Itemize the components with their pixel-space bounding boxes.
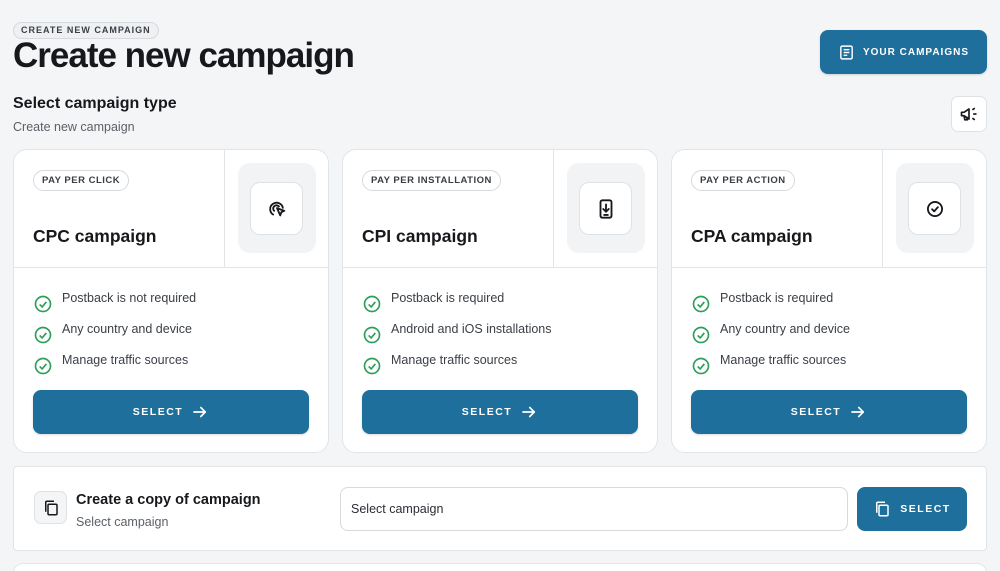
card-icon-frame [567,163,645,253]
select-label: SELECT [900,503,951,515]
feature-list: Postback is required Any country and dev… [691,287,850,380]
feature-list: Postback is not required Any country and… [33,287,196,380]
feature-text: Postback is not required [62,291,197,305]
next-panel-edge [13,563,987,571]
feature-item: Any country and device [691,318,850,349]
card-title: CPI campaign [362,226,478,246]
check-circle-icon [926,200,943,217]
feature-text: Any country and device [62,322,192,336]
feature-text: Manage traffic sources [391,353,518,367]
feature-item: Manage traffic sources [362,349,552,380]
card-icon-frame [238,163,316,253]
card-title: CPC campaign [33,226,157,246]
check-circle-icon [34,326,52,343]
check-circle-icon [34,357,52,374]
check-circle-icon [363,295,381,312]
campaign-select[interactable]: Select campaign [340,487,848,531]
card-divider [882,150,883,268]
card-chip: PAY PER ACTION [691,170,795,191]
check-circle-icon [692,357,710,374]
select-label: SELECT [461,406,513,418]
your-campaigns-label: YOUR CAMPAIGNS [862,46,970,58]
check-circle-icon [692,326,710,343]
check-circle-icon [692,295,710,312]
your-campaigns-button[interactable]: YOUR CAMPAIGNS [820,30,987,74]
campaign-card-cpi: PAY PER INSTALLATION CPI campaign Postba… [342,149,658,453]
feature-item: Postback is not required [33,287,196,318]
campaign-card-cpa: PAY PER ACTION CPA campaign Postback is … [671,149,987,453]
section-title: Select campaign type [13,95,177,112]
feature-item: Manage traffic sources [691,349,850,380]
card-icon-box [579,182,632,235]
phone-download-icon [599,198,612,219]
copy-title: Create a copy of campaign [76,492,261,508]
feature-item: Any country and device [33,318,196,349]
select-cpi-button[interactable]: SELECT [362,390,638,434]
card-divider [224,150,225,268]
megaphone-button[interactable] [951,96,987,132]
page-title: Create new campaign [13,36,355,75]
card-chip: PAY PER INSTALLATION [362,170,501,191]
feature-item: Postback is required [691,287,850,318]
section-subtitle: Create new campaign [13,120,135,134]
list-icon [840,44,853,60]
feature-item: Manage traffic sources [33,349,196,380]
arrow-right-icon [193,406,207,418]
arrow-right-icon [522,406,536,418]
card-icon-frame [896,163,974,253]
copy-icon [44,500,58,515]
feature-text: Postback is required [391,291,505,305]
card-icon-box [250,182,303,235]
feature-text: Manage traffic sources [62,353,189,367]
check-circle-icon [363,357,381,374]
feature-list: Postback is required Android and iOS ins… [362,287,552,380]
card-divider [553,150,554,268]
card-title: CPA campaign [691,226,813,246]
copy-icon [876,501,890,517]
feature-item: Postback is required [362,287,552,318]
feature-text: Any country and device [720,322,850,336]
feature-text: Android and iOS installations [391,322,552,336]
copy-campaign-panel: Create a copy of campaign Select campaig… [13,466,987,551]
check-circle-icon [34,295,52,312]
card-icon-box [908,182,961,235]
feature-item: Android and iOS installations [362,318,552,349]
megaphone-icon [960,107,977,121]
click-cursor-icon [268,201,285,216]
check-circle-icon [363,326,381,343]
feature-text: Manage traffic sources [720,353,847,367]
select-cpa-button[interactable]: SELECT [691,390,967,434]
select-cpc-button[interactable]: SELECT [33,390,309,434]
copy-select-button[interactable]: SELECT [857,487,967,531]
select-label: SELECT [132,406,184,418]
card-chip: PAY PER CLICK [33,170,130,191]
arrow-right-icon [851,406,865,418]
copy-icon-box [34,491,67,524]
copy-subtitle: Select campaign [76,515,169,529]
select-label: SELECT [790,406,842,418]
feature-text: Postback is required [720,291,834,305]
campaign-card-cpc: PAY PER CLICK CPC campaign Postback is n… [13,149,329,453]
